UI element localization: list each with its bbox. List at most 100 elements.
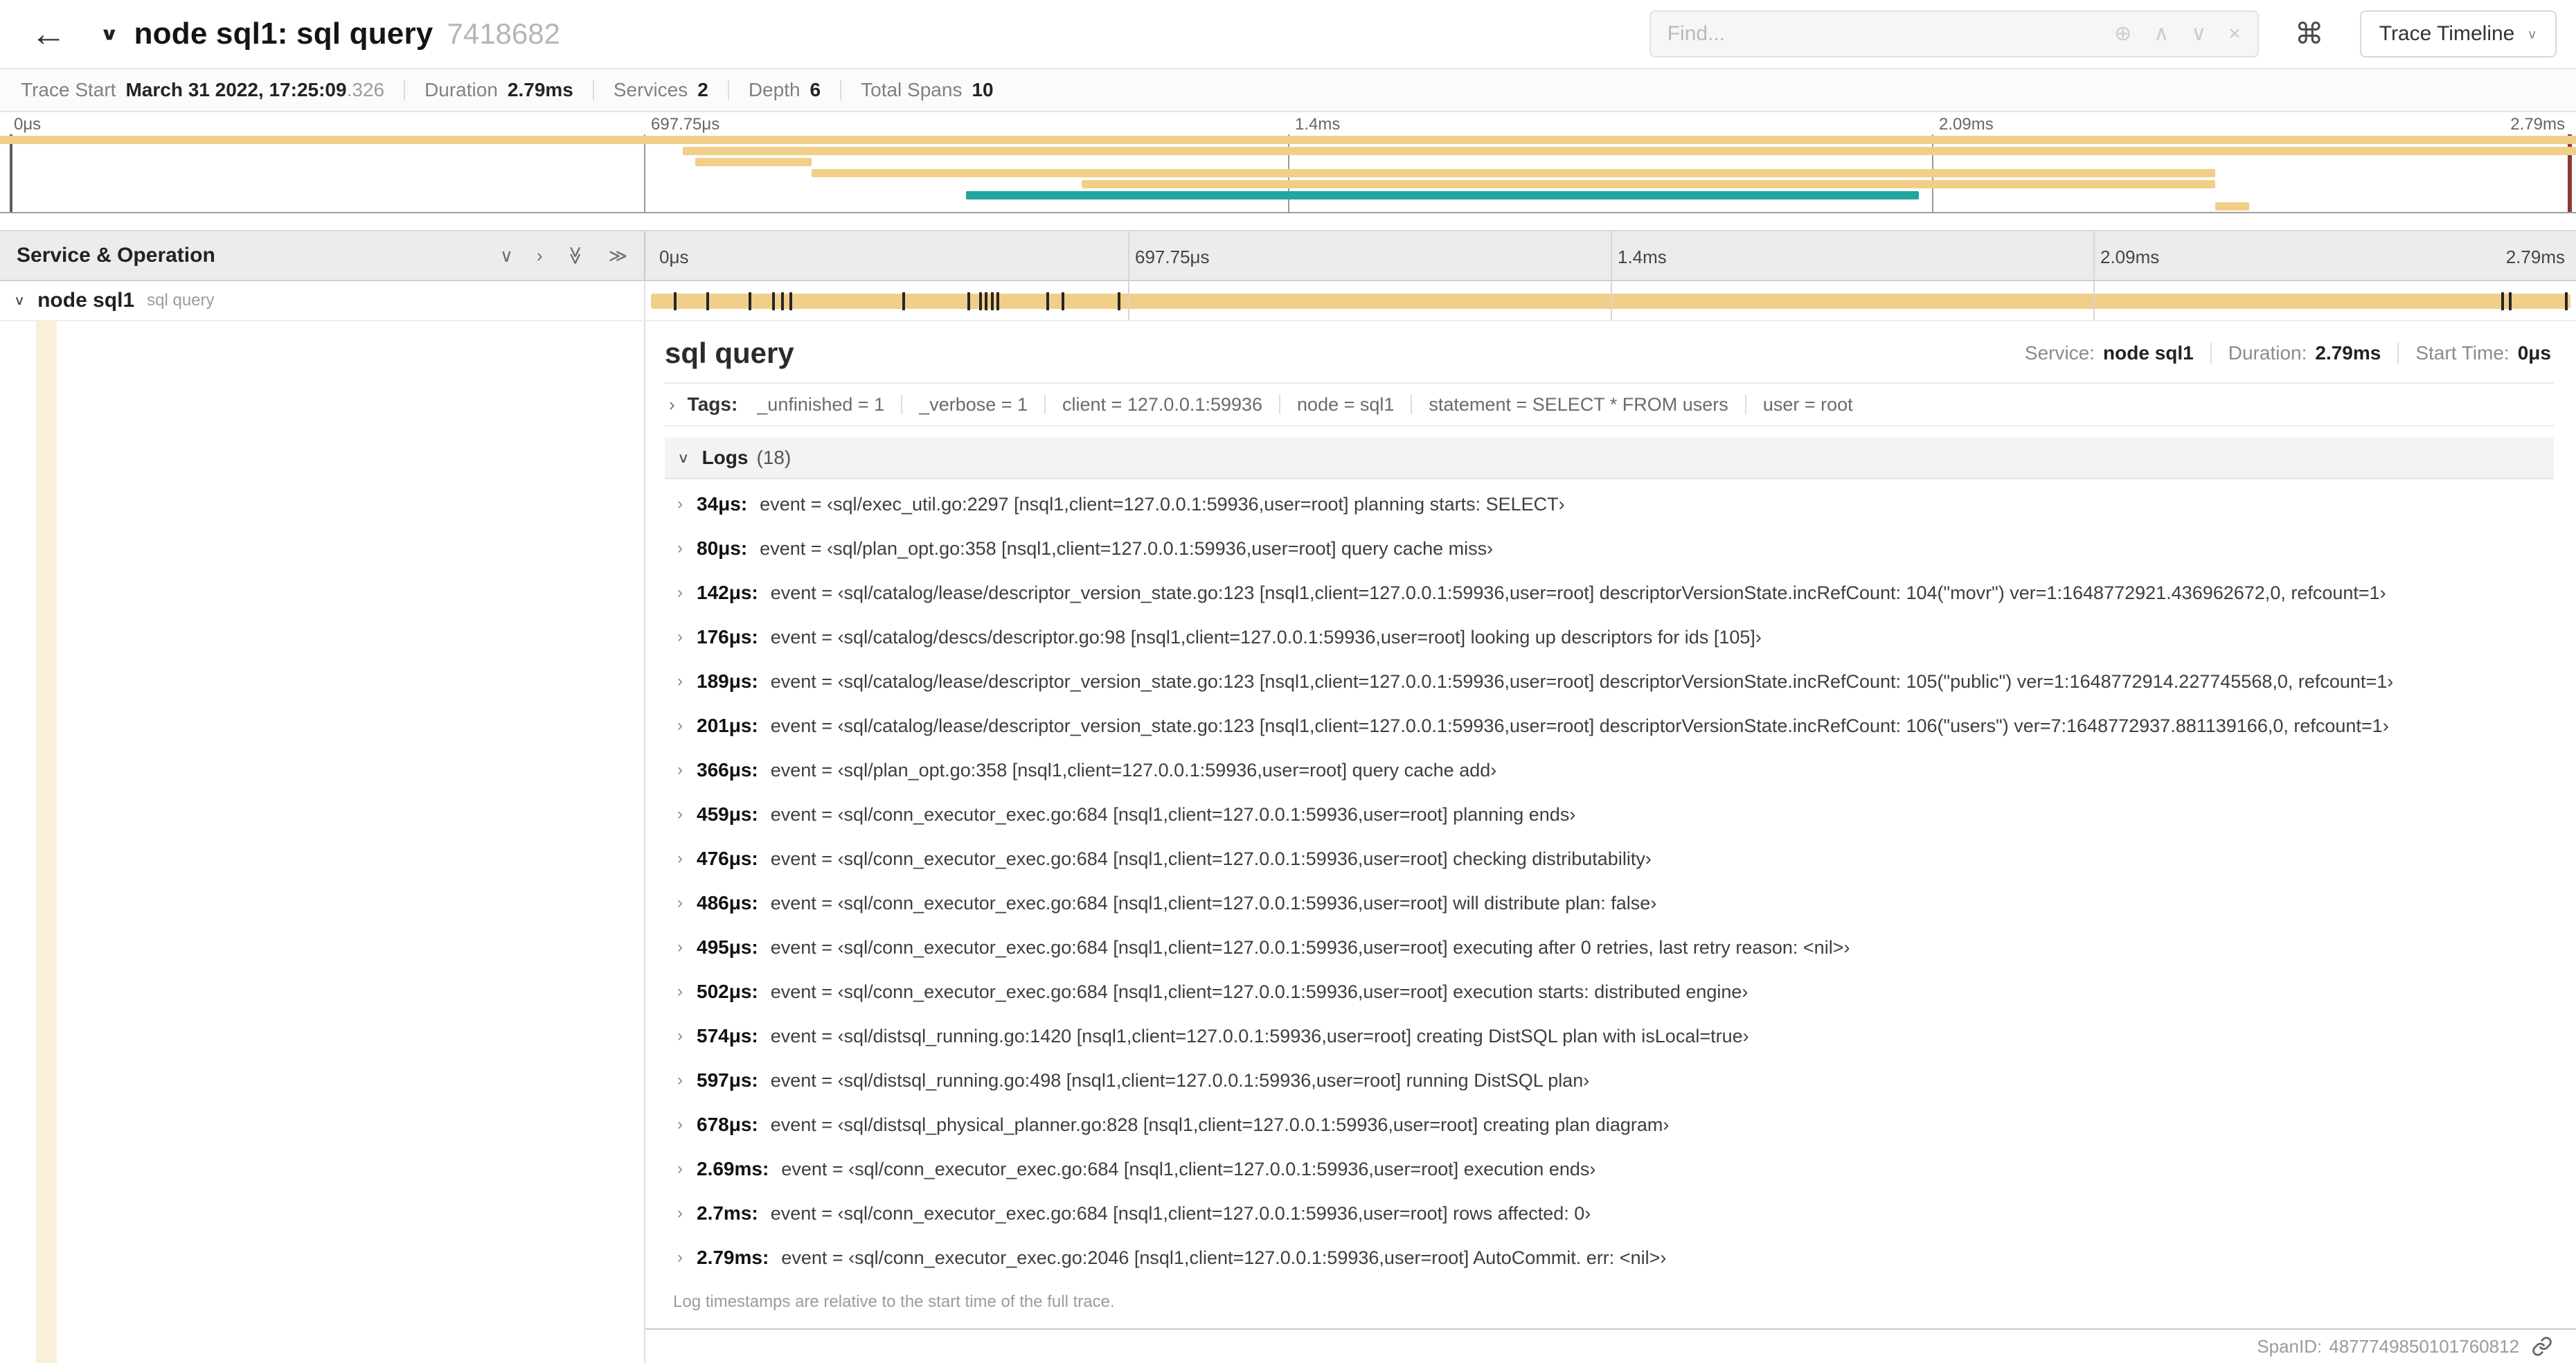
clear-find-icon[interactable]: ×: [2228, 24, 2241, 44]
chevron-right-icon: ›: [677, 1248, 683, 1267]
minimap-canvas[interactable]: [0, 134, 2576, 212]
log-timestamp: 34μs:: [697, 493, 748, 515]
log-row[interactable]: › 495μs: event = ‹sql/conn_executor_exec.g…: [665, 925, 2554, 970]
log-row[interactable]: › 80μs: event = ‹sql/plan_opt.go:358 [nsql…: [665, 526, 2554, 571]
summary-label: Services: [613, 79, 688, 100]
span-row-label[interactable]: ∨ node sql1 sql query: [0, 281, 645, 320]
minimap-axis: 0μs 697.75μs 1.4ms 2.09ms 2.79ms: [0, 112, 2576, 134]
minimap-right-handle[interactable]: [2568, 134, 2572, 212]
chevron-right-icon: ›: [677, 760, 683, 779]
separator: [2210, 343, 2212, 364]
log-row[interactable]: › 574μs: event = ‹sql/distsql_running.go:1…: [665, 1014, 2554, 1058]
timeline-collapse-controls: ∨ › ≫ ≫: [500, 246, 627, 265]
summary-label: Depth: [748, 79, 800, 100]
tags-row[interactable]: › Tags: _unfinished = 1 _verbose = 1 clien…: [665, 384, 2554, 427]
expand-all-icon[interactable]: ≫: [609, 247, 627, 265]
chevron-right-icon: ›: [677, 982, 683, 1001]
log-tick: [771, 292, 775, 310]
log-tick: [789, 292, 792, 310]
log-message: event = ‹sql/plan_opt.go:358 [nsql1,clie…: [770, 759, 1497, 781]
tags-label: Tags:: [687, 393, 738, 415]
log-message: event = ‹sql/distsql_running.go:498 [nsq…: [770, 1069, 1590, 1091]
tags-list: _unfinished = 1 _verbose = 1 client = 127.…: [757, 394, 1852, 416]
log-row[interactable]: › 34μs: event = ‹sql/exec_util.go:2297 [ns…: [665, 482, 2554, 526]
log-row[interactable]: › 201μs: event = ‹sql/catalog/lease/descri…: [665, 704, 2554, 748]
chevron-right-icon: ›: [677, 495, 683, 513]
log-tick: [2501, 292, 2505, 310]
log-row[interactable]: › 2.79ms: event = ‹sql/conn_executor_exec.…: [665, 1236, 2554, 1280]
separator: [592, 80, 594, 100]
prev-match-icon[interactable]: ∧: [2154, 24, 2169, 44]
span-service-name: node sql1: [37, 289, 135, 312]
summary-value: 10: [972, 79, 994, 100]
span-row[interactable]: ∨ node sql1 sql query: [0, 281, 2576, 321]
log-timestamp: 189μs:: [697, 670, 758, 692]
logs-count: (18): [756, 447, 791, 468]
span-detail-meta: Service: node sql1 Duration: 2.79ms Start Ti…: [2025, 342, 2551, 364]
log-tick: [1117, 292, 1120, 310]
back-icon[interactable]: ←: [30, 16, 66, 52]
meta-label: Duration:: [2228, 342, 2307, 364]
log-timestamp: 486μs:: [697, 892, 758, 914]
chevron-down-icon: ∨: [2527, 27, 2537, 42]
service-operation-title: Service & Operation: [17, 244, 215, 267]
span-id-label: SpanID:: [2257, 1335, 2323, 1357]
gridline: [1611, 231, 1612, 280]
span-row-timeline[interactable]: [645, 281, 2576, 320]
axis-tick-label: 697.75μs: [1135, 247, 1210, 267]
log-row[interactable]: › 2.7ms: event = ‹sql/conn_executor_exec.g…: [665, 1191, 2554, 1236]
gridline: [1128, 231, 1129, 280]
tag-_verbose: _verbose = 1: [919, 393, 1028, 415]
log-message: event = ‹sql/catalog/lease/descriptor_ve…: [770, 670, 2394, 692]
tag-statement: statement = SELECT * FROM users: [1429, 393, 1728, 415]
collapse-all-icon[interactable]: ≫: [565, 246, 586, 265]
log-tick: [979, 292, 982, 310]
logs-header[interactable]: ∨ Logs (18): [665, 438, 2554, 479]
log-message: event = ‹sql/catalog/descs/descriptor.go…: [770, 626, 1762, 648]
chevron-right-icon: ›: [677, 938, 683, 956]
log-tick: [674, 292, 677, 310]
gridline: [1611, 281, 1612, 320]
log-row[interactable]: › 459μs: event = ‹sql/conn_executor_exec.g…: [665, 792, 2554, 837]
log-row[interactable]: › 476μs: event = ‹sql/conn_executor_exec.g…: [665, 837, 2554, 881]
log-message: event = ‹sql/conn_executor_exec.go:2046 …: [781, 1247, 1667, 1268]
log-row[interactable]: › 502μs: event = ‹sql/conn_executor_exec.g…: [665, 970, 2554, 1014]
tag-node: node = sql1: [1297, 393, 1395, 415]
log-timestamp: 80μs:: [697, 537, 748, 559]
log-row[interactable]: › 189μs: event = ‹sql/catalog/lease/descri…: [665, 659, 2554, 704]
log-row[interactable]: › 486μs: event = ‹sql/conn_executor_exec.g…: [665, 881, 2554, 925]
log-row[interactable]: › 366μs: event = ‹sql/plan_opt.go:358 [nsq…: [665, 748, 2554, 792]
zoom-in-icon[interactable]: ⊕: [2114, 24, 2131, 44]
logs-note: Log timestamps are relative to the start…: [673, 1292, 1115, 1311]
spacer: [0, 213, 2576, 230]
log-row[interactable]: › 678μs: event = ‹sql/distsql_physical_pla…: [665, 1103, 2554, 1147]
log-row[interactable]: › 176μs: event = ‹sql/catalog/descs/descri…: [665, 615, 2554, 659]
log-tick: [749, 292, 752, 310]
trace-id: 7418682: [447, 17, 560, 50]
log-message: event = ‹sql/catalog/lease/descriptor_ve…: [770, 582, 2386, 603]
minimap-span: [1082, 180, 2216, 188]
collapse-trace-caret-icon[interactable]: ∨: [100, 24, 119, 44]
minimap-left-handle[interactable]: [10, 134, 12, 212]
log-row[interactable]: › 2.69ms: event = ‹sql/conn_executor_exec.…: [665, 1147, 2554, 1191]
next-match-icon[interactable]: ∨: [2191, 24, 2206, 44]
log-row[interactable]: › 597μs: event = ‹sql/distsql_running.go:4…: [665, 1058, 2554, 1103]
link-icon[interactable]: [2532, 1336, 2552, 1357]
log-tick: [990, 292, 994, 310]
log-timestamp: 2.79ms:: [697, 1247, 769, 1268]
expand-one-icon[interactable]: ›: [537, 247, 543, 265]
chevron-down-icon[interactable]: ∨: [14, 293, 25, 308]
separator: [901, 395, 903, 414]
log-timestamp: 142μs:: [697, 582, 758, 603]
chevron-right-icon: ›: [669, 393, 675, 415]
trace-minimap[interactable]: 0μs 697.75μs 1.4ms 2.09ms 2.79ms: [0, 112, 2576, 213]
log-row[interactable]: › 142μs: event = ‹sql/catalog/lease/descri…: [665, 571, 2554, 615]
chevron-right-icon: ›: [677, 849, 683, 868]
gridline: [2093, 231, 2095, 280]
separator: [1411, 395, 1413, 414]
summary-trace-start: Trace Start March 31 2022, 17:25:09.326: [21, 79, 384, 101]
find-input[interactable]: [1667, 22, 2115, 46]
trace-view-options-button[interactable]: Trace Timeline ∨: [2359, 10, 2557, 57]
collapse-one-icon[interactable]: ∨: [500, 247, 513, 265]
keyboard-shortcuts-icon[interactable]: ⌘: [2295, 19, 2324, 48]
